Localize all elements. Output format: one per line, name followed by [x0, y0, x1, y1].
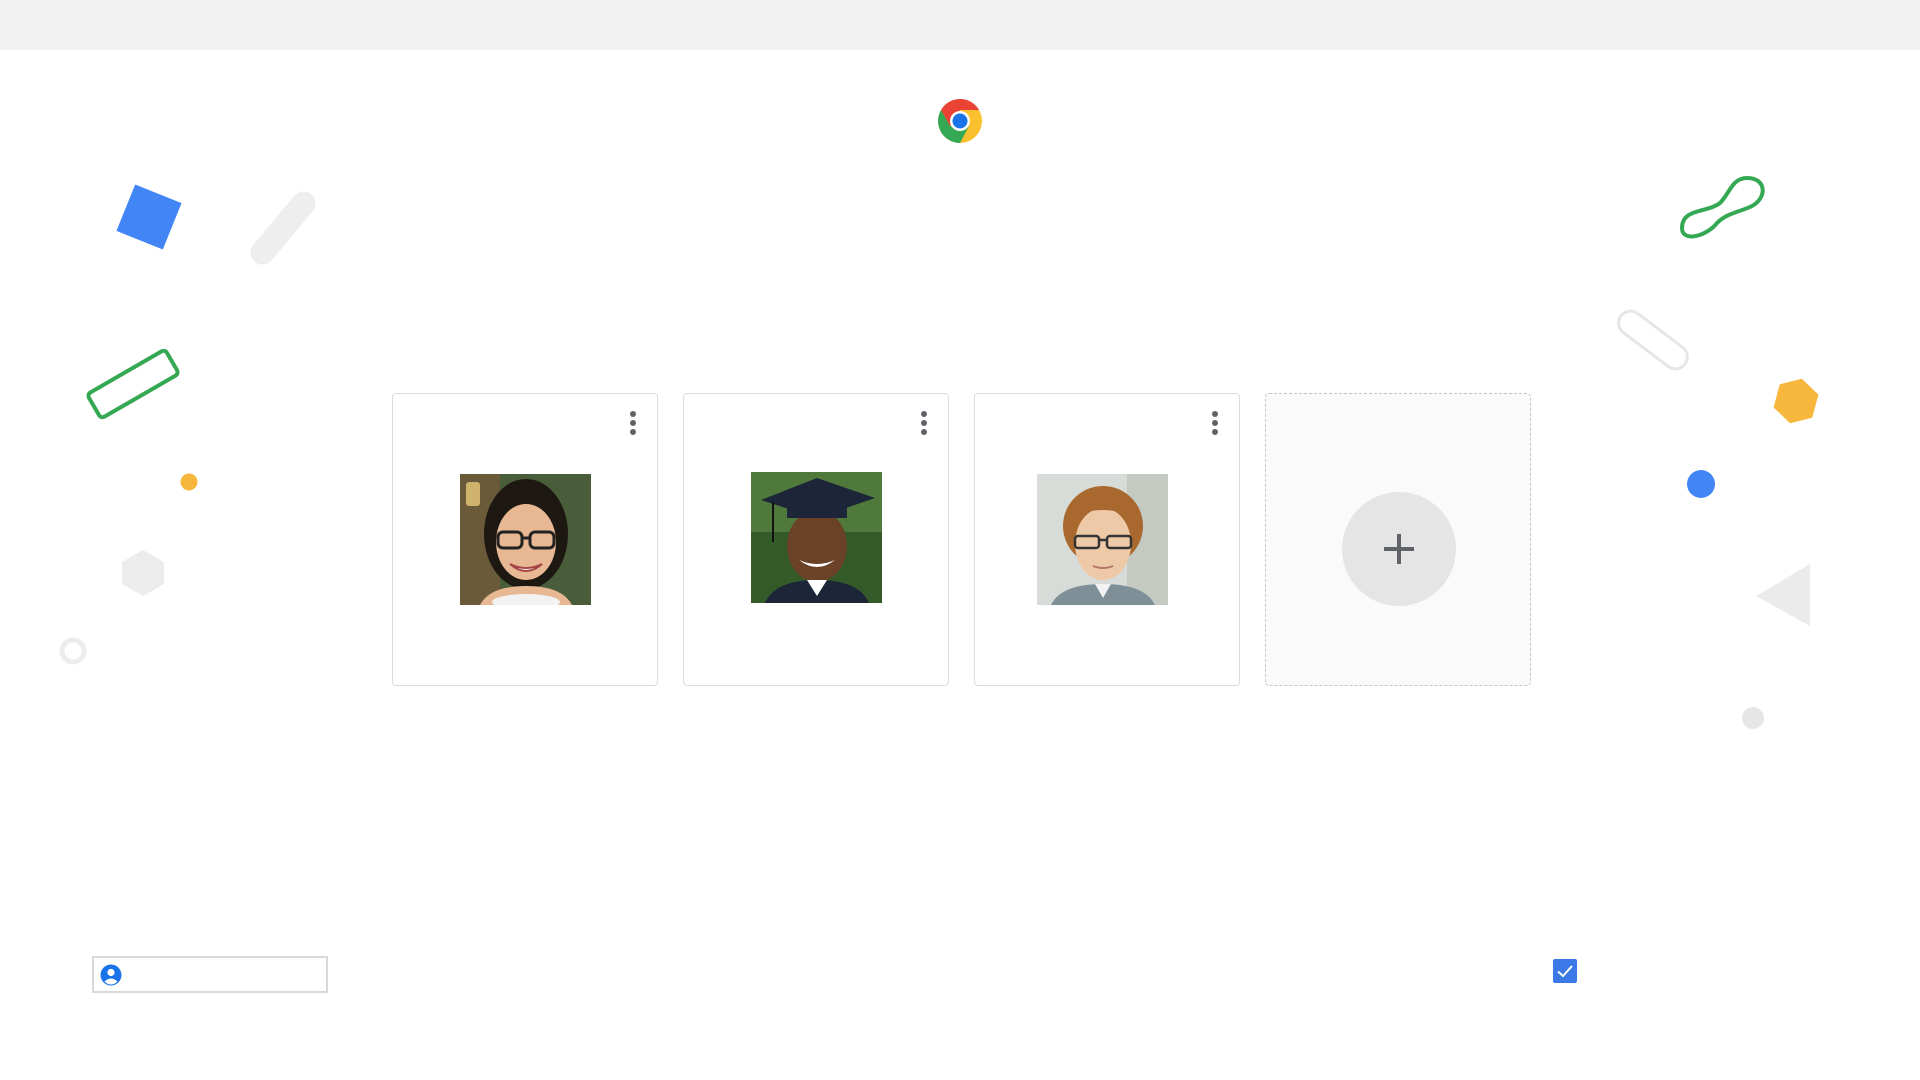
profile-card[interactable] [974, 393, 1240, 686]
man-with-glasses-avatar [1037, 474, 1168, 605]
check-icon [1557, 965, 1573, 978]
chrome-logo-icon [938, 99, 982, 143]
green-outline-rect-decoration [86, 348, 180, 420]
plus-icon [1384, 534, 1414, 564]
gray-dot-decoration [1742, 707, 1764, 729]
person-icon [100, 964, 122, 986]
checkbox[interactable] [1553, 959, 1577, 983]
gray-ring-decoration [59, 637, 87, 665]
add-profile-card[interactable] [1265, 393, 1531, 686]
yellow-hexagon-decoration [1773, 378, 1819, 424]
more-vert-icon[interactable] [1205, 408, 1225, 438]
green-squiggle-decoration [1679, 175, 1765, 239]
top-bar [0, 0, 1920, 50]
gray-pill-decoration [250, 191, 316, 265]
blue-square-decoration [116, 184, 182, 250]
gray-hexagon-decoration [122, 550, 164, 596]
yellow-dot-decoration [180, 473, 198, 491]
blue-dot-decoration [1687, 470, 1715, 498]
profile-picker [392, 393, 1531, 688]
woman-with-glasses-avatar [460, 474, 591, 605]
profile-card[interactable] [392, 393, 658, 686]
profile-card[interactable] [683, 393, 949, 686]
add-profile-button[interactable] [1342, 492, 1456, 606]
gray-outline-pill-decoration [1617, 309, 1689, 371]
profile-name-input[interactable] [128, 962, 322, 988]
more-vert-icon[interactable] [623, 408, 643, 438]
more-vert-icon[interactable] [914, 408, 934, 438]
graduate-man-avatar [751, 472, 882, 603]
gray-triangle-decoration [1756, 564, 1810, 626]
profile-name-field[interactable] [92, 956, 328, 993]
